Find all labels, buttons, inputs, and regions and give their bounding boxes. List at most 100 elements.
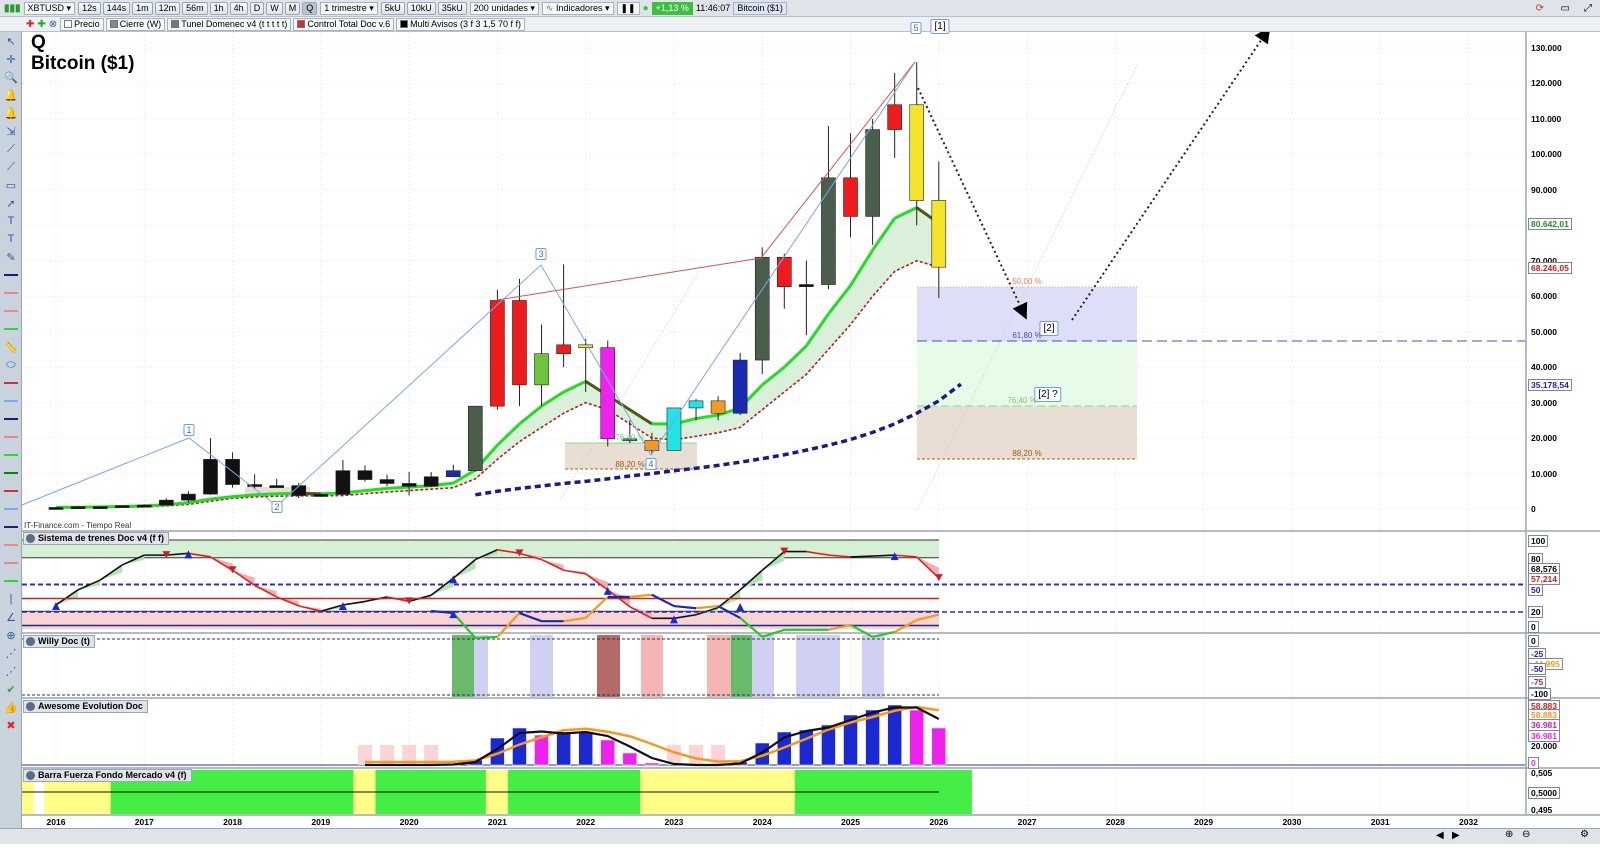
add-red-icon[interactable]: ✚ [26,19,34,30]
chart-canvas[interactable] [0,0,1600,861]
bell-add-icon[interactable]: 🔔 [0,104,22,122]
shape-3-icon[interactable] [0,410,22,428]
legend-swatch [171,20,180,28]
candle-body [203,459,218,495]
symbol-select[interactable]: XBTUSD ▾ [23,1,76,15]
zoom-out-icon[interactable]: ⊖ [1522,829,1530,840]
zoom-icon[interactable]: 🔍 [0,68,22,86]
interval-button-M[interactable]: M [284,1,301,15]
candle [269,478,285,489]
line-10-icon[interactable] [0,518,22,536]
sell-signal-icon [934,574,943,582]
units-select[interactable]: 200 unidades ▾ [469,1,539,15]
circle-target-icon[interactable]: ⊕ [0,626,22,644]
line-5-icon[interactable] [0,428,22,446]
interval-button-4h[interactable]: 4h [229,1,248,15]
indicators-button[interactable]: ∿ Indicadores ▾ [541,1,614,15]
candle-body [556,344,571,354]
interval-button-Q[interactable]: Q [302,1,318,15]
willy-highlight [752,635,774,697]
line-2-icon[interactable] [0,284,22,302]
line-7-icon[interactable] [0,464,22,482]
scroll-right-icon[interactable]: ▶ [1452,830,1460,841]
price-tag-ema: 80.642,01 [1528,218,1572,231]
trenes-line-segment [872,554,895,557]
legend-item[interactable]: Precio [60,17,104,31]
rectangle-icon[interactable]: ▭ [0,176,22,194]
abc-icon[interactable]: ⋰ [0,662,22,680]
tunnel-ema-segment [232,493,255,499]
legend-item[interactable]: Multi Avisos (3 f 3 1,5 70 f f) [396,17,525,31]
line-11-icon[interactable] [0,536,22,554]
pencil-icon[interactable]: ✎ [0,248,22,266]
line-4-icon[interactable] [0,320,22,338]
pause-button[interactable]: ❚❚ [616,1,640,15]
interval-button-1h[interactable]: 1h [209,1,228,15]
shape-2-icon[interactable] [0,392,22,410]
data-source: IT-Finance.com - Tiempo Real [24,521,132,530]
line-12-icon[interactable] [0,554,22,572]
willy-line-segment [651,593,675,608]
interval-button-1m[interactable]: 1m [132,1,153,15]
legend-item[interactable]: Cierre (W) [105,17,166,31]
line-1-icon[interactable] [0,266,22,284]
bell-icon[interactable]: 🔔 [0,86,22,104]
volume-button-5kU[interactable]: 5kU [380,1,405,15]
shape-1-icon[interactable] [0,374,22,392]
delete-icon[interactable]: ✖ [0,716,22,734]
panel-header-awesome[interactable]: Awesome Evolution Doc [23,700,148,713]
interval-button-D[interactable]: D [249,1,265,15]
line-13-icon[interactable] [0,572,22,590]
panel-header-barra[interactable]: Barra Fuerza Fondo Mercado v4 (f) [23,769,192,782]
volume-button-10kU[interactable]: 10kU [406,1,436,15]
trendline-icon[interactable]: ⟋ [0,140,22,158]
line-8-icon[interactable] [0,482,22,500]
interval-button-12s[interactable]: 12s [78,1,101,15]
arrow-icon[interactable]: ➚ [0,194,22,212]
crosshair-icon[interactable]: ✛ [0,50,22,68]
expand-icon[interactable]: ⤢ [1584,3,1592,14]
line-6-icon[interactable] [0,446,22,464]
text-icon[interactable]: T [0,212,22,230]
panel-header-trenes[interactable]: Sistema de trenes Doc v4 (f f) [23,532,170,545]
candle-body [136,504,152,508]
angle-icon[interactable]: ∠ [0,608,22,626]
line-3-icon[interactable] [0,302,22,320]
period-select[interactable]: 1 trimestre ▾ [320,1,378,15]
close-panel-icon[interactable]: ⊗ [49,19,57,30]
zoom-in-icon[interactable]: ⊕ [1505,829,1513,840]
interval-button-144s[interactable]: 144s [102,1,131,15]
buy-signal-icon [736,603,745,612]
separator-icon[interactable]: | [0,590,22,608]
candle-body [159,499,174,506]
interval-button-12m[interactable]: 12m [154,1,181,15]
line-9-icon[interactable] [0,500,22,518]
trenes-axis-label: 0 [1528,621,1539,633]
interval-button-56m[interactable]: 56m [182,1,208,15]
scroll-left-icon[interactable]: ◀ [1436,830,1444,841]
settings-icon[interactable]: ⚙ [1580,829,1589,840]
measure-icon[interactable]: ⇲ [0,122,22,140]
text-alt-icon[interactable]: T [0,230,22,248]
cursor-icon[interactable]: ↖ [0,32,22,50]
time-axis-label: 2032 [1459,817,1478,827]
ruler-icon[interactable]: 📏 [0,338,22,356]
refresh-icon[interactable]: ⟳ [1536,3,1544,14]
check-icon[interactable]: ✔ [0,680,22,698]
time-axis-label: 2027 [1017,817,1037,827]
panel-header-willy[interactable]: Willy Doc (t) [23,635,95,648]
ray-icon[interactable]: ⟋ [0,158,22,176]
thumbs-up-icon[interactable]: 👍 [0,698,22,716]
ellipse-icon[interactable]: ⬭ [0,356,22,374]
legend-item[interactable]: Tunel Domenec v4 (t t t t t) [167,17,292,31]
wave-label: [1] [930,19,950,34]
bottom-scrollbar[interactable]: ◀ ▶ ⊕ ⊖ ⚙ [0,828,1600,844]
elliott-icon[interactable]: ⋰ [0,644,22,662]
candle-body [269,485,285,488]
legend-item[interactable]: Control Total Doc v.6 [293,17,395,31]
volume-button-35kU[interactable]: 35kU [437,1,467,15]
minimize-icon[interactable]: ▭ [1561,3,1570,14]
add-green-icon[interactable]: ✚ [37,19,45,30]
interval-button-W[interactable]: W [266,1,283,15]
price-axis-label: 0 [1531,504,1536,514]
